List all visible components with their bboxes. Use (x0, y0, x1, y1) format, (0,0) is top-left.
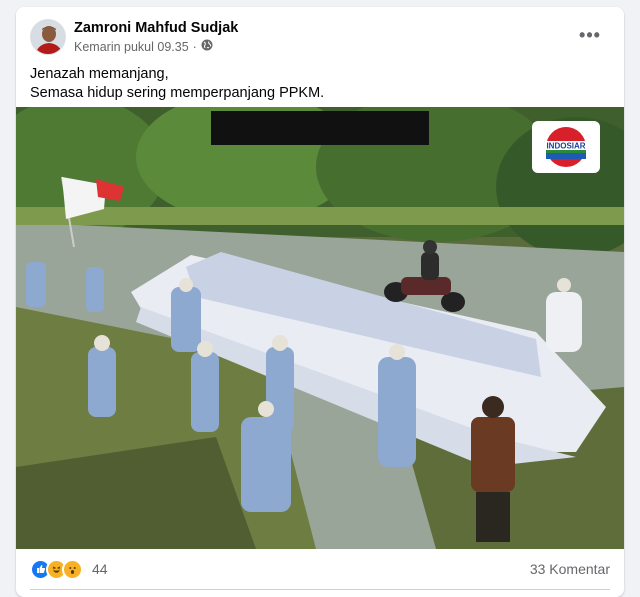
post-card: Zamroni Mahfud Sudjak Kemarin pukul 09.3… (16, 7, 624, 597)
post-photo[interactable]: INDOSIAR (16, 107, 624, 549)
post-timestamp[interactable]: Kemarin pukul 09.35 (74, 40, 189, 54)
logo-text: INDOSIAR (546, 142, 585, 151)
post-text-line: Jenazah memanjang, (30, 66, 169, 82)
post-text: Jenazah memanjang, Semasa hidup sering m… (30, 65, 610, 103)
meta-separator: · (192, 39, 197, 54)
author-avatar[interactable] (30, 19, 66, 55)
wow-icon (62, 558, 83, 580)
post-footer: 44 33 Komentar (30, 555, 610, 583)
reactions-summary[interactable]: 44 (30, 558, 108, 580)
reaction-count: 44 (92, 561, 108, 577)
reaction-icons (30, 558, 83, 580)
indosiar-logo: INDOSIAR (532, 121, 600, 173)
globe-icon (201, 39, 213, 54)
footer-divider (30, 589, 610, 590)
post-text-line: Semasa hidup sering memperpanjang PPKM. (30, 85, 325, 101)
post-header: Zamroni Mahfud Sudjak Kemarin pukul 09.3… (30, 19, 610, 59)
more-options-icon[interactable]: ••• (576, 23, 604, 47)
post-meta: Kemarin pukul 09.35 · (74, 39, 213, 54)
comments-count-link[interactable]: 33 Komentar (530, 561, 610, 577)
author-name[interactable]: Zamroni Mahfud Sudjak (74, 20, 238, 36)
